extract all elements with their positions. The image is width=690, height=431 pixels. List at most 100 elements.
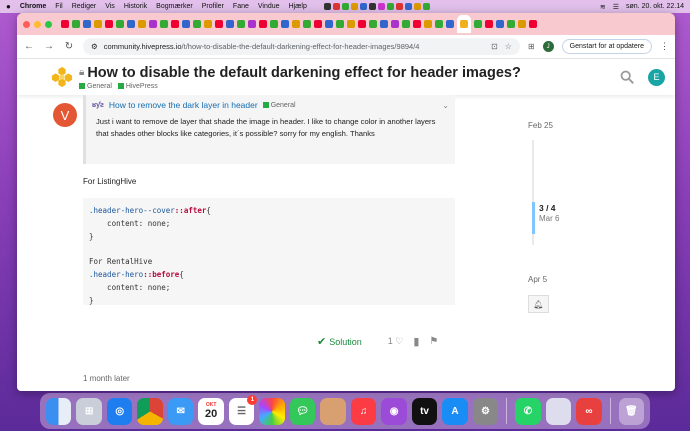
topic-title[interactable]: How to disable the default darkening eff… — [87, 65, 520, 81]
tab-favicon-icon[interactable] — [292, 20, 300, 28]
minimize-window-icon[interactable] — [34, 20, 41, 28]
calendar-icon[interactable]: OKT 20 — [198, 397, 224, 425]
tab-favicon-icon[interactable] — [204, 20, 212, 28]
menubar-item-vindue[interactable]: Vindue — [258, 3, 280, 10]
menubar-item-historik[interactable]: Historik — [124, 3, 147, 10]
tab-favicon-icon[interactable] — [485, 20, 493, 28]
tab-favicon-icon[interactable] — [446, 20, 454, 28]
tab-favicon-icon[interactable] — [226, 20, 234, 28]
creative-cloud-icon[interactable]: ∞ — [576, 397, 602, 425]
menubar-item-fane[interactable]: Fane — [233, 3, 249, 10]
tab-favicon-icon[interactable] — [380, 20, 388, 28]
app-store-icon[interactable]: A — [442, 397, 468, 425]
system-settings-icon[interactable]: ⚙ — [472, 397, 499, 425]
tab-favicon-icon[interactable] — [138, 20, 146, 28]
post-author-avatar[interactable]: V — [53, 103, 77, 127]
tab-favicon-icon[interactable] — [424, 20, 432, 28]
profile-avatar[interactable]: J — [542, 41, 554, 52]
category-general[interactable]: General — [79, 83, 112, 90]
tab-favicon-icon[interactable] — [248, 20, 256, 28]
tab-favicon-icon[interactable] — [105, 20, 113, 28]
tab-favicon-icon[interactable] — [336, 20, 344, 28]
site-info-icon[interactable]: ⚙ — [91, 42, 98, 51]
tab-favicon-icon[interactable] — [435, 20, 443, 28]
tab-favicon-icon[interactable] — [270, 20, 278, 28]
menubar-item-hjaelp[interactable]: Hjælp — [289, 3, 307, 10]
music-icon[interactable]: ♫ — [350, 397, 377, 425]
active-tab[interactable] — [457, 15, 471, 33]
tab-favicon-icon[interactable] — [281, 20, 289, 28]
search-icon[interactable] — [620, 70, 634, 84]
flag-icon[interactable]: ⚑ — [429, 336, 438, 347]
podcasts-icon[interactable]: ◉ — [381, 397, 407, 425]
menubar-item-vis[interactable]: Vis — [105, 3, 115, 10]
tab-favicon-icon[interactable] — [474, 20, 482, 28]
update-button[interactable]: Genstart for at opdatere — [561, 39, 652, 54]
forward-icon[interactable]: → — [43, 41, 55, 52]
user-avatar[interactable]: E — [648, 68, 665, 86]
apple-icon[interactable]: ● — [6, 2, 11, 11]
tab-favicon-icon[interactable] — [259, 20, 267, 28]
bookmark-icon[interactable]: ▮ — [413, 335, 419, 348]
photos-icon[interactable] — [259, 397, 285, 425]
tab-favicon-icon[interactable] — [171, 20, 179, 28]
tab-favicon-icon[interactable] — [391, 20, 399, 28]
tab-favicon-icon[interactable] — [61, 20, 69, 28]
reload-icon[interactable]: ↻ — [63, 41, 75, 52]
reminders-icon[interactable]: ☰ 1 — [228, 394, 258, 425]
solution-button[interactable]: ✔ Solution — [317, 335, 362, 348]
tab-favicon-icon[interactable] — [215, 20, 223, 28]
tab-favicon-icon[interactable] — [325, 20, 333, 28]
messages-icon[interactable]: 💬︎ — [289, 397, 316, 425]
hivepress-logo-icon[interactable] — [51, 66, 73, 88]
close-window-icon[interactable] — [23, 20, 30, 28]
chevron-down-icon[interactable]: ⌄ — [442, 101, 449, 110]
tab-favicon-icon[interactable] — [94, 20, 102, 28]
wifi-icon[interactable]: ≋ — [600, 3, 606, 11]
mail-icon[interactable]: ✉ — [167, 397, 194, 425]
tab-favicon-icon[interactable] — [413, 20, 421, 28]
preview-icon[interactable] — [545, 397, 572, 425]
trash-icon[interactable]: 🗑︎ — [618, 397, 645, 425]
quote-category[interactable]: General — [262, 102, 296, 109]
address-bar[interactable]: ⚙ community.hivepress.io/t/how-to-disabl… — [83, 38, 520, 55]
finder-icon[interactable] — [46, 397, 72, 425]
whatsapp-icon[interactable]: ✆ — [515, 397, 541, 425]
menubar-item-fil[interactable]: Fil — [55, 3, 62, 10]
tab-favicon-icon[interactable] — [496, 20, 504, 28]
tab-favicon-icon[interactable] — [237, 20, 245, 28]
notification-bell-icon[interactable]: 🔔︎ — [528, 295, 549, 313]
chrome-menu-icon[interactable]: ⋮ — [660, 41, 669, 52]
tab-favicon-icon[interactable] — [507, 20, 515, 28]
menubar-item-profiler[interactable]: Profiler — [202, 3, 224, 10]
zoom-window-icon[interactable] — [45, 20, 52, 28]
tab-favicon-icon[interactable] — [518, 20, 526, 28]
menubar-clock[interactable]: søn. 20. okt. 22.14 — [626, 3, 684, 10]
tab-favicon-icon[interactable] — [116, 20, 124, 28]
tab-favicon-icon[interactable] — [529, 20, 537, 28]
tab-favicon-icon[interactable] — [314, 20, 322, 28]
menubar-app-name[interactable]: Chrome — [20, 3, 46, 10]
tab-favicon-icon[interactable] — [160, 20, 168, 28]
launchpad-icon[interactable]: ⊞ — [76, 397, 102, 425]
tab-favicon-icon[interactable] — [358, 20, 366, 28]
tab-favicon-icon[interactable] — [347, 20, 355, 28]
menubar-item-bogmaerker[interactable]: Bogmærker — [156, 3, 193, 10]
menubar-item-rediger[interactable]: Rediger — [72, 3, 97, 10]
tab-favicon-icon[interactable] — [369, 20, 377, 28]
contacts-photo-icon[interactable] — [320, 397, 346, 425]
tab-favicon-icon[interactable] — [182, 20, 190, 28]
apple-tv-icon[interactable]: tv — [411, 397, 438, 425]
back-icon[interactable]: ← — [23, 41, 35, 52]
safari-icon[interactable]: ◎ — [106, 397, 133, 425]
timeline-handle[interactable] — [532, 202, 535, 234]
tab-favicon-icon[interactable] — [402, 20, 410, 28]
extensions-icon[interactable]: ⊞ — [528, 42, 535, 51]
control-center-icon[interactable]: ☰ — [613, 3, 619, 11]
timeline-end-date[interactable]: Apr 5 — [528, 275, 547, 284]
tab-favicon-icon[interactable] — [149, 20, 157, 28]
install-icon[interactable]: ⊡ — [491, 42, 498, 51]
like-button[interactable]: 1 ♡ — [388, 336, 404, 347]
bookmark-star-icon[interactable]: ☆ — [505, 42, 512, 51]
quote-user-avatar[interactable]: ʁƴƨ — [92, 102, 104, 109]
